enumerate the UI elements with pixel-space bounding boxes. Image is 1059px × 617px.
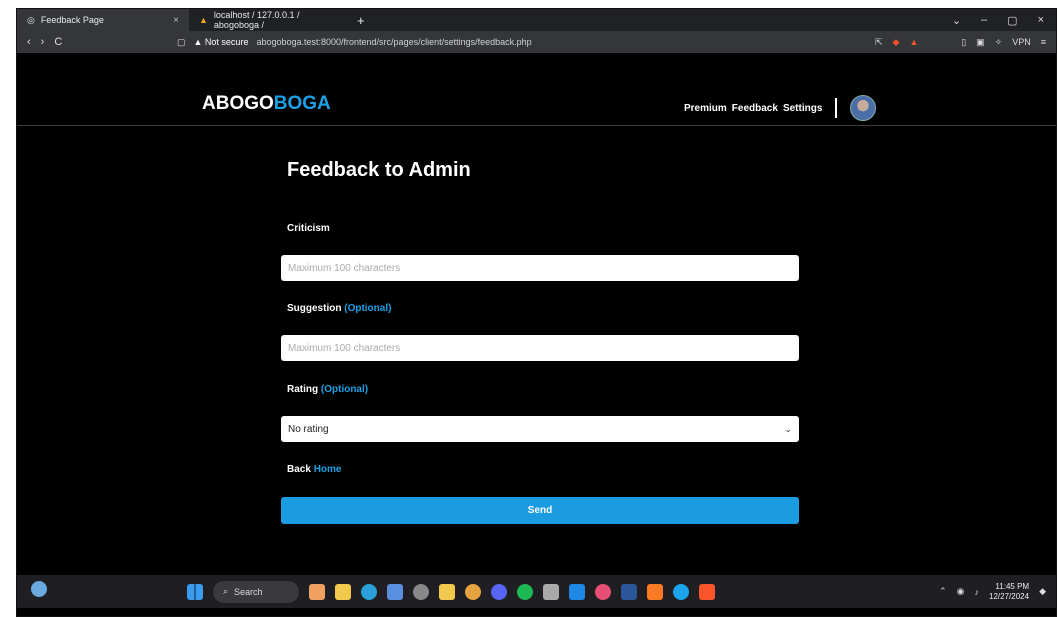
wifi-icon[interactable]: ◉ xyxy=(957,586,965,597)
chrome-icon[interactable] xyxy=(465,583,481,600)
edge-icon[interactable] xyxy=(361,583,377,600)
nav-divider xyxy=(835,98,838,118)
bookmark-icon[interactable]: ▢ xyxy=(177,37,186,48)
system-tray: ⌃ ◉ ♪ 11:45 PM 12/27/2024 ◆ xyxy=(939,582,1056,602)
rating-label: Rating (Optional) xyxy=(287,384,369,395)
tab-bar: ◎ Feedback Page × ▲ localhost / 127.0.0.1 … xyxy=(17,9,1056,31)
url-field[interactable]: ▢ ▲ Not secure abogoboga.test:8000/front… xyxy=(177,37,867,48)
word-icon[interactable] xyxy=(621,583,637,600)
header-nav: Premium Feedback Settings xyxy=(684,95,877,121)
nav-settings[interactable]: Settings xyxy=(783,103,822,114)
volume-icon[interactable]: ♪ xyxy=(975,587,980,597)
share-icon[interactable]: ⇱ xyxy=(875,37,883,48)
store-icon[interactable] xyxy=(387,583,403,600)
file-explorer-icon[interactable] xyxy=(335,583,351,600)
rating-selected-value: No rating xyxy=(288,423,329,435)
address-bar: ‹ › C ▢ ▲ Not secure abogoboga.test:8000… xyxy=(17,31,1056,53)
nav-feedback[interactable]: Feedback xyxy=(732,103,778,114)
vscode-icon[interactable] xyxy=(569,583,585,600)
page-title: Feedback to Admin xyxy=(287,159,471,181)
settings-icon[interactable] xyxy=(413,583,429,600)
windows-taskbar: ⌕ Search ⌃ ◉ ♪ 11:45 PM 12/27/2024 ◆ xyxy=(17,575,1056,608)
leo-icon[interactable]: ✧ xyxy=(995,37,1003,48)
maximize-icon[interactable]: ▢ xyxy=(1007,14,1017,27)
nav-premium[interactable]: Premium xyxy=(684,103,727,114)
phpmyadmin-icon: ▲ xyxy=(199,15,208,25)
reload-icon[interactable]: C xyxy=(54,36,62,48)
widgets-icon[interactable] xyxy=(309,583,325,600)
app-icon-2[interactable] xyxy=(673,583,689,600)
globe-icon: ◎ xyxy=(27,14,35,25)
git-icon[interactable] xyxy=(543,583,559,600)
xampp-icon[interactable] xyxy=(647,583,663,600)
brave-rewards-icon[interactable]: ▲ xyxy=(909,37,918,47)
tab-phpmyadmin[interactable]: ▲ localhost / 127.0.0.1 / abogoboga / xyxy=(189,9,349,31)
send-button[interactable]: Send xyxy=(281,497,799,524)
new-tab-button[interactable]: + xyxy=(349,13,373,28)
tab-title: Feedback Page xyxy=(40,15,104,25)
brave-shield-icon[interactable]: ◆ xyxy=(893,37,900,48)
browser-window: ◎ Feedback Page × ▲ localhost / 127.0.0.1 … xyxy=(16,8,1057,617)
rating-select[interactable]: No rating ⌄ xyxy=(281,416,799,442)
folder-icon[interactable] xyxy=(439,583,455,600)
tab-search-icon[interactable]: ⌄ xyxy=(952,14,961,27)
taskbar-search[interactable]: ⌕ Search xyxy=(213,580,299,603)
spotify-icon[interactable] xyxy=(517,583,533,600)
vpn-button[interactable]: VPN xyxy=(1012,37,1031,48)
not-secure-badge[interactable]: ▲ Not secure xyxy=(194,37,249,47)
criticism-input[interactable] xyxy=(281,255,799,281)
weather-widget-icon[interactable] xyxy=(31,581,47,597)
chevron-up-icon[interactable]: ⌃ xyxy=(939,586,947,597)
start-icon[interactable] xyxy=(187,583,203,600)
chevron-down-icon: ⌄ xyxy=(784,423,792,434)
home-link[interactable]: Home xyxy=(314,464,342,475)
brave-icon[interactable] xyxy=(699,583,715,600)
site-header: ABOGOBOGA Premium Feedback Settings xyxy=(17,53,1056,126)
back-arrow-icon[interactable]: ‹ xyxy=(27,36,31,48)
search-icon: ⌕ xyxy=(223,586,229,596)
url-text[interactable]: abogoboga.test:8000/frontend/src/pages/c… xyxy=(256,37,531,47)
tab-title: localhost / 127.0.0.1 / abogoboga / xyxy=(213,10,300,30)
sidebar-icon[interactable]: ▯ xyxy=(961,37,966,48)
suggestion-label: Suggestion (Optional) xyxy=(287,303,392,314)
notification-icon[interactable]: ◆ xyxy=(1039,586,1046,597)
brand-logo[interactable]: ABOGOBOGA xyxy=(202,93,331,115)
back-home-text: Back Home xyxy=(287,464,342,475)
clock[interactable]: 11:45 PM 12/27/2024 xyxy=(989,582,1029,602)
close-window-icon[interactable]: × xyxy=(1038,14,1044,27)
close-tab-icon[interactable]: × xyxy=(173,15,179,26)
discord-icon[interactable] xyxy=(491,583,507,600)
forward-arrow-icon[interactable]: › xyxy=(41,36,45,48)
wallet-icon[interactable]: ▣ xyxy=(976,37,985,48)
tab-feedback-page[interactable]: ◎ Feedback Page × xyxy=(17,9,189,31)
suggestion-input[interactable] xyxy=(281,335,799,361)
app-icon[interactable] xyxy=(595,583,611,600)
menu-icon[interactable]: ≡ xyxy=(1041,37,1046,48)
criticism-label: Criticism xyxy=(287,223,330,234)
window-controls: ⌄ – ▢ × xyxy=(952,14,1056,27)
minimize-icon[interactable]: – xyxy=(981,14,987,27)
avatar[interactable] xyxy=(850,95,877,121)
